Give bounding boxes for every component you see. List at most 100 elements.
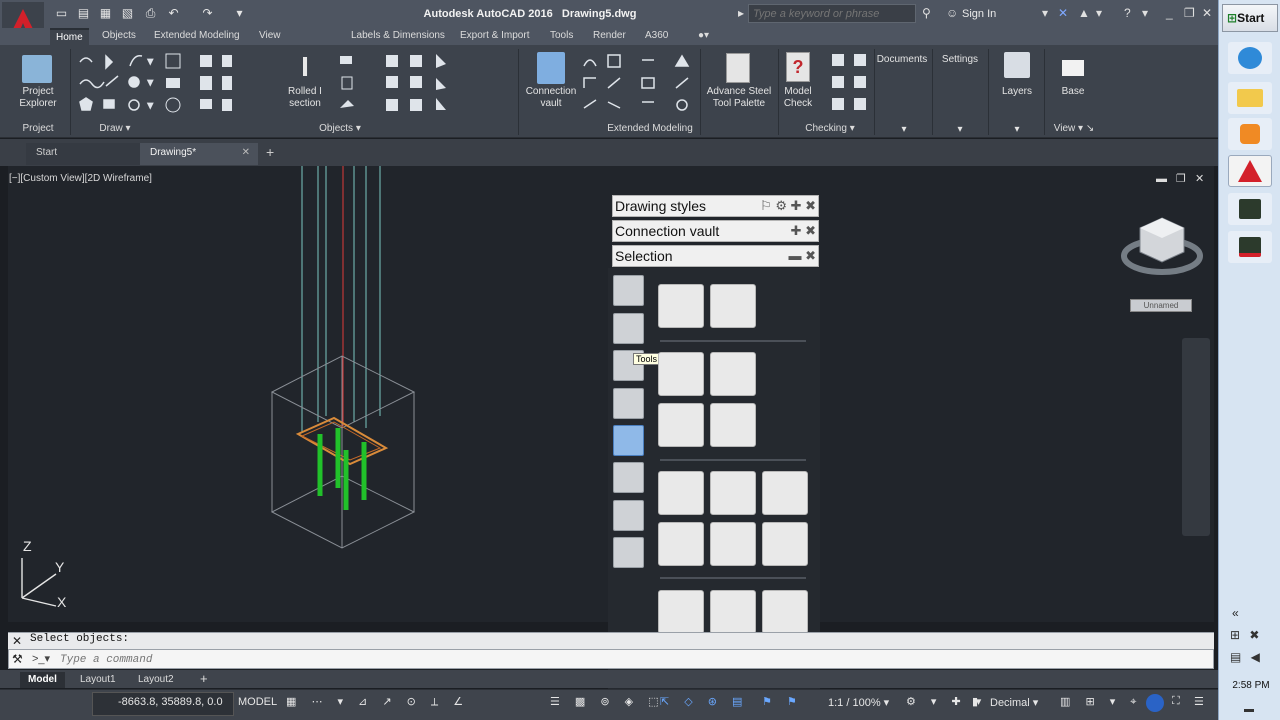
palette-header-drawing-styles[interactable]: Drawing styles ⚐ ⚙ ✚ ✖ bbox=[612, 195, 819, 217]
tab-home[interactable]: Home bbox=[50, 28, 89, 45]
app-icon-dark[interactable] bbox=[1228, 193, 1272, 225]
settings-panel-button[interactable]: Settings bbox=[936, 54, 984, 66]
tab-render[interactable]: Render bbox=[587, 28, 632, 45]
show-desktop-icon[interactable]: ▬ bbox=[1244, 704, 1254, 715]
chevron-right-icon[interactable]: ▸ bbox=[738, 6, 744, 20]
status-toggles-3[interactable]: ⇱ ◇ ⊛ ▤ bbox=[660, 695, 748, 708]
layout-tab-layout1[interactable]: Layout1 bbox=[72, 672, 124, 688]
model-check-icon[interactable]: ? bbox=[786, 52, 810, 82]
tab-a360[interactable]: A360 bbox=[639, 28, 674, 45]
taskbar-clock[interactable]: 2:58 PM bbox=[1226, 680, 1276, 691]
autocad-taskbar-icon[interactable] bbox=[1228, 155, 1272, 187]
palette-header-actions[interactable]: ▬ ✖ bbox=[788, 246, 816, 266]
tray-icons[interactable]: ⊞ ✖ bbox=[1230, 628, 1262, 642]
palette-category-bend[interactable] bbox=[613, 500, 644, 531]
exchange-icon[interactable]: ✕ bbox=[1058, 6, 1068, 20]
project-explorer-button[interactable]: Project Explorer bbox=[8, 86, 68, 110]
chevron-down-icon[interactable]: ▾ bbox=[954, 124, 966, 136]
chevron-down-icon[interactable]: ▾ bbox=[1011, 124, 1023, 136]
tab-export-import[interactable]: Export & Import bbox=[454, 28, 535, 45]
palette-header-actions[interactable]: ✚ ✖ bbox=[791, 221, 816, 241]
tab-tools[interactable]: Tools bbox=[544, 28, 579, 45]
connection-vault-button[interactable]: Connection vault bbox=[522, 86, 580, 110]
save-icon[interactable]: ▦ bbox=[98, 6, 113, 21]
file-tab-start[interactable]: Start bbox=[26, 143, 140, 165]
command-prompt-icon[interactable]: >_▾ bbox=[32, 652, 50, 665]
panel-title-draw[interactable]: Draw ▾ bbox=[80, 121, 150, 137]
help-search-input[interactable] bbox=[748, 4, 916, 23]
a360-icon[interactable]: ▲ bbox=[1078, 6, 1090, 20]
model-check-button[interactable]: Model Check bbox=[780, 86, 816, 110]
palette-header-connection-vault[interactable]: Connection vault ✚ ✖ bbox=[612, 220, 819, 242]
select-beams-same-tool[interactable] bbox=[762, 471, 808, 515]
chevron-down-icon[interactable]: ▾ bbox=[898, 124, 910, 136]
mark-beams-tool[interactable] bbox=[658, 522, 704, 566]
annotation-scale[interactable]: 1:1 / 100% ▾ bbox=[828, 696, 889, 709]
file-explorer-icon[interactable] bbox=[1228, 82, 1272, 114]
layout-tab-layout2[interactable]: Layout2 bbox=[130, 672, 182, 688]
documents-panel-button[interactable]: Documents bbox=[876, 54, 928, 66]
sign-in-link[interactable]: Sign In bbox=[962, 8, 996, 20]
mark-beams-connected-tool[interactable] bbox=[710, 522, 756, 566]
tab-extended-modeling[interactable]: Extended Modeling bbox=[148, 28, 246, 45]
close-icon[interactable]: ✕ bbox=[1202, 6, 1212, 20]
rolled-i-section-button[interactable]: Rolled I section bbox=[276, 86, 334, 110]
panel-title-checking[interactable]: Checking ▾ bbox=[790, 121, 870, 137]
clean-screen-icon[interactable]: ⛶ bbox=[1172, 695, 1180, 708]
isolate-objects-icon[interactable] bbox=[1146, 694, 1164, 712]
close-tab-icon[interactable]: ✕ bbox=[242, 143, 250, 163]
rolled-i-section-icon[interactable]: I bbox=[291, 53, 319, 81]
search-filter-objects-tool[interactable] bbox=[658, 284, 704, 328]
remove-from-selection-tool[interactable] bbox=[710, 352, 756, 396]
palette-category-tools[interactable] bbox=[613, 313, 644, 344]
tab-objects[interactable]: Objects bbox=[96, 28, 142, 45]
new-tab-icon[interactable]: + bbox=[266, 144, 274, 160]
base-button[interactable]: Base bbox=[1052, 86, 1094, 98]
save-as-icon[interactable]: ▧ bbox=[120, 6, 135, 21]
redo-icon[interactable]: ↷ bbox=[200, 6, 215, 21]
ribbon-options-icon[interactable]: ●▾ bbox=[692, 28, 715, 45]
navigation-bar[interactable] bbox=[1182, 338, 1210, 536]
status-toggles[interactable]: ▦ ⋯ ▾ ⊿ ↗ ⊙ ⟂ ∠ bbox=[286, 695, 469, 709]
viewport-minimize-icon[interactable]: ▬ bbox=[1156, 173, 1167, 185]
select-beams-connected-tool[interactable] bbox=[710, 471, 756, 515]
wrench-icon[interactable]: ⚒ bbox=[12, 652, 23, 666]
mark-beams-same-tool[interactable] bbox=[762, 522, 808, 566]
chevron-down-icon[interactable]: ▾ bbox=[1042, 6, 1048, 20]
open-icon[interactable]: ▤ bbox=[76, 6, 91, 21]
add-layout-icon[interactable]: + bbox=[192, 671, 216, 687]
minimize-icon[interactable]: _ bbox=[1166, 6, 1173, 20]
advance-steel-tool-palette-button[interactable]: Advance Steel Tool Palette bbox=[702, 86, 776, 110]
panel-title-objects[interactable]: Objects ▾ bbox=[280, 121, 400, 137]
status-toggles-2[interactable]: ☰ ▩ ⊚ ◈ ⬚ bbox=[550, 695, 665, 708]
select-beams-tool[interactable] bbox=[658, 471, 704, 515]
viewport-close-icon[interactable]: ✕ bbox=[1195, 172, 1204, 185]
palette-category-measure[interactable] bbox=[613, 388, 644, 419]
panel-title-view[interactable]: View ▾ ↘ bbox=[1046, 121, 1102, 137]
media-player-icon[interactable] bbox=[1228, 118, 1272, 150]
start-button[interactable]: ⊞Start bbox=[1222, 4, 1278, 32]
chevron-down-icon[interactable]: ▾ bbox=[1096, 6, 1102, 20]
binoculars-icon[interactable]: ⚲ bbox=[922, 6, 931, 20]
chevron-down-icon[interactable]: ▾ bbox=[1142, 6, 1148, 20]
model-space-toggle[interactable]: MODEL bbox=[238, 696, 277, 708]
viewport-controls-label[interactable]: [−][Custom View][2D Wireframe] bbox=[9, 173, 152, 184]
close-icon[interactable]: ✕ bbox=[12, 634, 22, 648]
tab-view[interactable]: View bbox=[253, 28, 287, 45]
project-explorer-icon[interactable] bbox=[22, 55, 52, 83]
palette-header-actions[interactable]: ⚐ ⚙ ✚ ✖ bbox=[760, 196, 816, 216]
file-tab-drawing5[interactable]: Drawing5* ✕ bbox=[140, 143, 258, 165]
undo-icon[interactable]: ↶ bbox=[166, 6, 181, 21]
palette-category-pencil[interactable] bbox=[613, 275, 644, 306]
help-icon[interactable]: ? bbox=[1124, 6, 1131, 20]
zoom-to-selection-tool[interactable] bbox=[762, 590, 808, 634]
palette-category-selection[interactable] bbox=[613, 425, 644, 456]
show-connection-tool[interactable] bbox=[658, 590, 704, 634]
restore-icon[interactable]: ❐ bbox=[1184, 6, 1195, 20]
list-objects-tool[interactable] bbox=[710, 284, 756, 328]
tab-labels-dimensions[interactable]: Labels & Dimensions bbox=[345, 28, 451, 45]
app-icon-dark-2[interactable] bbox=[1228, 231, 1272, 263]
palette-category-grating[interactable] bbox=[613, 537, 644, 568]
layers-button[interactable]: Layers bbox=[994, 86, 1040, 98]
view-cube[interactable] bbox=[1120, 214, 1204, 280]
